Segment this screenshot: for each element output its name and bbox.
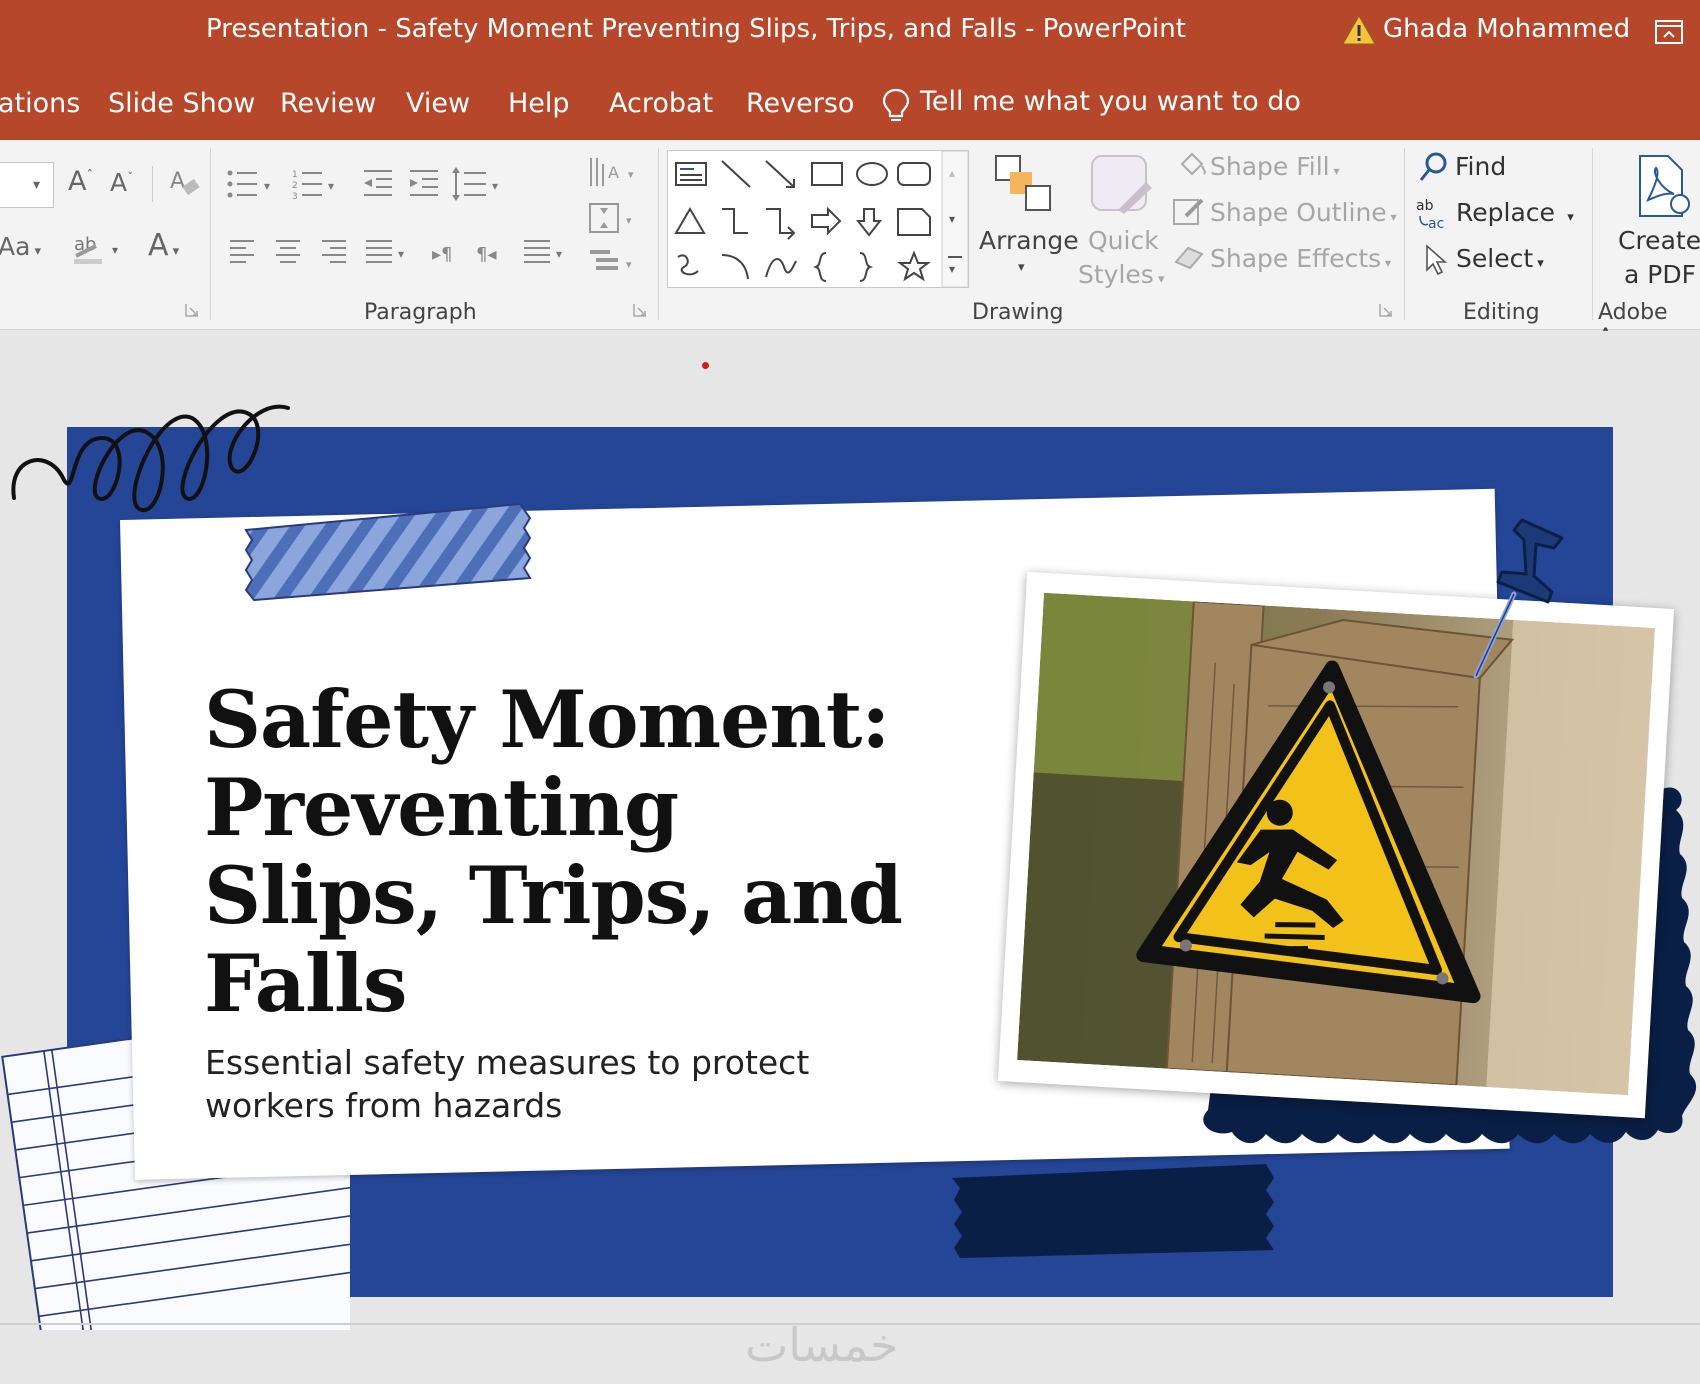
lightbulb-icon (882, 88, 910, 122)
quick-styles-label-2[interactable]: Styles ▾ (1078, 260, 1165, 289)
arrange-icon (995, 155, 1051, 211)
svg-text:2: 2 (292, 181, 298, 191)
striped-tape-decoration (244, 502, 532, 602)
svg-text:▾: ▾ (264, 179, 270, 193)
arrange-dropdown-icon[interactable]: ▾ (1018, 260, 1025, 275)
slide-title[interactable]: Safety Moment: Preventing Slips, Trips, … (204, 676, 934, 1028)
shape-outline-button[interactable]: Shape Outline ▾ (1210, 198, 1397, 227)
drawing-group-label: Drawing (972, 300, 1064, 325)
paragraph-row2-icons[interactable]: ▾ ▸¶ ¶◂ ▾ (226, 232, 580, 272)
group-separator (658, 148, 659, 320)
window-title: Presentation - Safety Moment Preventing … (206, 14, 1186, 44)
find-button[interactable]: Find (1455, 152, 1506, 181)
svg-text:▴: ▴ (949, 166, 955, 180)
svg-text:¶◂: ¶◂ (476, 244, 497, 265)
quick-styles-icon (1091, 155, 1152, 214)
tab-review[interactable]: Review (280, 88, 376, 119)
group-separator (210, 148, 211, 320)
svg-text:▾: ▾ (398, 247, 404, 261)
paint-bucket-icon (1180, 152, 1206, 176)
shapes-gallery[interactable]: ▴ ▾ ▾ (667, 150, 969, 288)
push-pin-icon (1473, 518, 1564, 679)
separator (152, 166, 153, 202)
editing-group-label: Editing (1463, 300, 1540, 325)
replace-button[interactable]: Replace ▾ (1456, 198, 1574, 227)
create-pdf-label-2[interactable]: a PDF (1624, 260, 1696, 289)
font-color-button[interactable]: A ▾ (148, 228, 179, 263)
svg-text:ab: ab (1416, 198, 1434, 214)
title-bar: Presentation - Safety Moment Preventing … (0, 0, 1700, 68)
shape-fill-button[interactable]: Shape Fill ▾ (1210, 152, 1339, 181)
tab-acrobat[interactable]: Acrobat (609, 88, 713, 119)
shape-effects-button[interactable]: Shape Effects ▾ (1210, 244, 1391, 273)
ribbon-display-options-icon[interactable] (1655, 20, 1683, 44)
tell-me-label: Tell me what you want to do (920, 86, 1301, 117)
user-name[interactable]: Ghada Mohammed (1383, 14, 1630, 44)
tab-reverso[interactable]: Reverso (746, 88, 854, 119)
slide-subtitle[interactable]: Essential safety measures to protect wor… (205, 1041, 925, 1127)
select-button[interactable]: Select ▾ (1456, 244, 1544, 273)
select-cursor-icon (1426, 244, 1448, 276)
drawing-dialog-launcher-icon[interactable] (1378, 302, 1394, 318)
svg-text:▾: ▾ (949, 212, 955, 226)
svg-text:ac: ac (1428, 216, 1444, 232)
ribbon-tabs: ations Slide Show Review View Help Acrob… (0, 68, 1700, 140)
font-size-box[interactable]: ▾ (0, 162, 54, 208)
group-separator (1592, 148, 1593, 320)
change-case-button[interactable]: Aa ▾ (0, 232, 41, 261)
tab-animations[interactable]: ations (0, 88, 80, 119)
svg-text:▾: ▾ (112, 243, 118, 257)
svg-text:▸¶: ▸¶ (432, 244, 453, 265)
paragraph-row1-icons[interactable]: ▾ 123 ▾ ▾ (224, 164, 514, 210)
shape-effects-icon (1174, 246, 1204, 270)
svg-text:A: A (170, 169, 185, 194)
navy-tape-decoration (952, 1164, 1274, 1258)
shrink-font-icon[interactable]: Aˇ (110, 168, 133, 197)
replace-icon: ab ac (1416, 198, 1444, 232)
quick-styles-label-1[interactable]: Quick (1088, 226, 1159, 255)
clear-formatting-icon[interactable]: A (168, 166, 202, 200)
watermark: خمسات (745, 1318, 899, 1372)
ribbon: ▾ Aˆ Aˇ A Aa ▾ ab ▾ A ▾ ▾ 123 ▾ ▾ ▾ ▸¶ ¶… (0, 140, 1700, 350)
svg-text:▾: ▾ (328, 179, 334, 193)
group-separator (1404, 148, 1405, 320)
font-dialog-launcher-icon[interactable] (184, 302, 200, 318)
svg-text:▾: ▾ (626, 258, 632, 271)
arrange-button[interactable]: Arrange (979, 226, 1079, 255)
paragraph-dialog-launcher-icon[interactable] (632, 302, 648, 318)
warning-icon[interactable] (1342, 14, 1376, 46)
tab-view[interactable]: View (406, 88, 470, 119)
svg-text:▾: ▾ (949, 262, 955, 276)
svg-text:3: 3 (292, 192, 298, 202)
tab-slide-show[interactable]: Slide Show (108, 88, 255, 119)
svg-text:▾: ▾ (628, 168, 634, 181)
tab-help[interactable]: Help (508, 88, 570, 119)
svg-text:▾: ▾ (626, 214, 632, 227)
text-highlight-icon[interactable]: ab ▾ (70, 228, 132, 268)
photo-frame[interactable] (997, 571, 1675, 1119)
find-icon (1419, 152, 1447, 181)
svg-text:▾: ▾ (492, 179, 498, 193)
red-marker-dot (702, 362, 709, 369)
text-direction-align-icons[interactable]: A ▾ ▾ ▾ (586, 152, 646, 292)
svg-text:▾: ▾ (556, 247, 562, 261)
svg-text:A: A (608, 163, 619, 182)
paragraph-group-label: Paragraph (364, 300, 477, 325)
pen-outline-icon (1173, 198, 1204, 225)
grow-font-icon[interactable]: Aˆ (68, 166, 93, 197)
create-pdf-icon (1639, 155, 1690, 217)
svg-text:1: 1 (292, 170, 298, 180)
create-pdf-label-1[interactable]: Create (1618, 226, 1700, 255)
